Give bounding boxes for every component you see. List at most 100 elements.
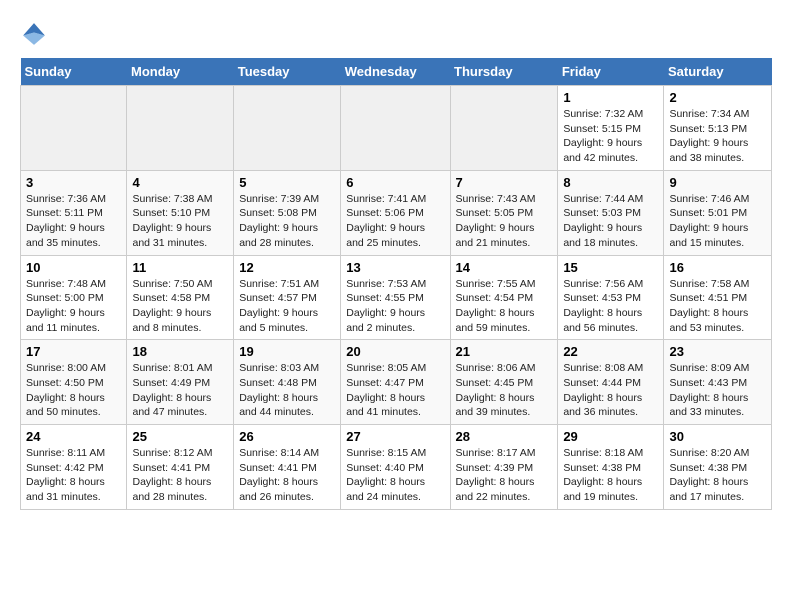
day-number: 23 bbox=[669, 344, 766, 359]
calendar-cell: 17Sunrise: 8:00 AM Sunset: 4:50 PM Dayli… bbox=[21, 340, 127, 425]
calendar-cell: 18 Sunrise: 8:01 AM Sunset: 4:49 PM Dayli… bbox=[127, 340, 234, 425]
day-info: Sunrise: 7:46 AM Sunset: 5:01 PM Dayligh… bbox=[669, 192, 766, 251]
day-number: 16 bbox=[669, 260, 766, 275]
calendar-week: 1Sunrise: 7:32 AM Sunset: 5:15 PM Daylig… bbox=[21, 86, 772, 171]
day-info: Sunrise: 8:06 AM Sunset: 4:45 PM Dayligh… bbox=[456, 361, 553, 420]
day-info: Sunrise: 7:50 AM Sunset: 4:58 PM Dayligh… bbox=[132, 277, 228, 336]
day-info: Sunrise: 7:58 AM Sunset: 4:51 PM Dayligh… bbox=[669, 277, 766, 336]
day-info: Sunrise: 7:34 AM Sunset: 5:13 PM Dayligh… bbox=[669, 107, 766, 166]
calendar-cell: 6 Sunrise: 7:41 AM Sunset: 5:06 PM Daylig… bbox=[341, 170, 450, 255]
day-number: 19 bbox=[239, 344, 335, 359]
day-info: Sunrise: 8:12 AM Sunset: 4:41 PM Dayligh… bbox=[132, 446, 228, 505]
day-info: Sunrise: 7:48 AM Sunset: 5:00 PM Dayligh… bbox=[26, 277, 121, 336]
day-info: Sunrise: 7:51 AM Sunset: 4:57 PM Dayligh… bbox=[239, 277, 335, 336]
day-number: 8 bbox=[563, 175, 658, 190]
weekday-header: Friday bbox=[558, 58, 664, 86]
day-info: Sunrise: 8:15 AM Sunset: 4:40 PM Dayligh… bbox=[346, 446, 444, 505]
calendar-cell: 2 Sunrise: 7:34 AM Sunset: 5:13 PM Daylig… bbox=[664, 86, 772, 171]
day-number: 14 bbox=[456, 260, 553, 275]
day-info: Sunrise: 7:41 AM Sunset: 5:06 PM Dayligh… bbox=[346, 192, 444, 251]
day-info: Sunrise: 7:44 AM Sunset: 5:03 PM Dayligh… bbox=[563, 192, 658, 251]
logo bbox=[20, 20, 52, 48]
calendar-cell: 11 Sunrise: 7:50 AM Sunset: 4:58 PM Dayli… bbox=[127, 255, 234, 340]
day-info: Sunrise: 8:01 AM Sunset: 4:49 PM Dayligh… bbox=[132, 361, 228, 420]
day-number: 24 bbox=[26, 429, 121, 444]
day-number: 5 bbox=[239, 175, 335, 190]
calendar-cell: 19Sunrise: 8:03 AM Sunset: 4:48 PM Dayli… bbox=[234, 340, 341, 425]
day-number: 27 bbox=[346, 429, 444, 444]
calendar-cell: 9 Sunrise: 7:46 AM Sunset: 5:01 PM Daylig… bbox=[664, 170, 772, 255]
day-number: 17 bbox=[26, 344, 121, 359]
calendar-cell: 22 Sunrise: 8:08 AM Sunset: 4:44 PM Dayli… bbox=[558, 340, 664, 425]
day-number: 9 bbox=[669, 175, 766, 190]
day-number: 20 bbox=[346, 344, 444, 359]
day-number: 4 bbox=[132, 175, 228, 190]
day-info: Sunrise: 7:36 AM Sunset: 5:11 PM Dayligh… bbox=[26, 192, 121, 251]
calendar-cell bbox=[127, 86, 234, 171]
calendar-cell: 4 Sunrise: 7:38 AM Sunset: 5:10 PM Daylig… bbox=[127, 170, 234, 255]
calendar-week: 3Sunrise: 7:36 AM Sunset: 5:11 PM Daylig… bbox=[21, 170, 772, 255]
day-number: 29 bbox=[563, 429, 658, 444]
weekday-header: Sunday bbox=[21, 58, 127, 86]
day-number: 1 bbox=[563, 90, 658, 105]
day-info: Sunrise: 7:55 AM Sunset: 4:54 PM Dayligh… bbox=[456, 277, 553, 336]
weekday-header: Tuesday bbox=[234, 58, 341, 86]
day-number: 6 bbox=[346, 175, 444, 190]
day-number: 2 bbox=[669, 90, 766, 105]
calendar-cell: 16 Sunrise: 7:58 AM Sunset: 4:51 PM Dayli… bbox=[664, 255, 772, 340]
calendar-cell: 13 Sunrise: 7:53 AM Sunset: 4:55 PM Dayli… bbox=[341, 255, 450, 340]
day-number: 30 bbox=[669, 429, 766, 444]
calendar-cell: 8 Sunrise: 7:44 AM Sunset: 5:03 PM Daylig… bbox=[558, 170, 664, 255]
calendar-cell: 7 Sunrise: 7:43 AM Sunset: 5:05 PM Daylig… bbox=[450, 170, 558, 255]
calendar-cell: 29 Sunrise: 8:18 AM Sunset: 4:38 PM Dayli… bbox=[558, 425, 664, 510]
calendar-cell: 21Sunrise: 8:06 AM Sunset: 4:45 PM Dayli… bbox=[450, 340, 558, 425]
calendar-cell: 24 Sunrise: 8:11 AM Sunset: 4:42 PM Dayli… bbox=[21, 425, 127, 510]
day-info: Sunrise: 8:17 AM Sunset: 4:39 PM Dayligh… bbox=[456, 446, 553, 505]
day-info: Sunrise: 7:38 AM Sunset: 5:10 PM Dayligh… bbox=[132, 192, 228, 251]
day-number: 25 bbox=[132, 429, 228, 444]
calendar-cell: 14 Sunrise: 7:55 AM Sunset: 4:54 PM Dayli… bbox=[450, 255, 558, 340]
day-number: 18 bbox=[132, 344, 228, 359]
calendar-cell: 1Sunrise: 7:32 AM Sunset: 5:15 PM Daylig… bbox=[558, 86, 664, 171]
day-info: Sunrise: 8:11 AM Sunset: 4:42 PM Dayligh… bbox=[26, 446, 121, 505]
day-info: Sunrise: 7:56 AM Sunset: 4:53 PM Dayligh… bbox=[563, 277, 658, 336]
day-info: Sunrise: 7:53 AM Sunset: 4:55 PM Dayligh… bbox=[346, 277, 444, 336]
calendar-cell: 27 Sunrise: 8:15 AM Sunset: 4:40 PM Dayli… bbox=[341, 425, 450, 510]
weekday-header: Monday bbox=[127, 58, 234, 86]
day-number: 13 bbox=[346, 260, 444, 275]
calendar-cell: 26 Sunrise: 8:14 AM Sunset: 4:41 PM Dayli… bbox=[234, 425, 341, 510]
calendar-cell: 5 Sunrise: 7:39 AM Sunset: 5:08 PM Daylig… bbox=[234, 170, 341, 255]
day-number: 11 bbox=[132, 260, 228, 275]
calendar-cell bbox=[341, 86, 450, 171]
calendar-cell: 15 Sunrise: 7:56 AM Sunset: 4:53 PM Dayli… bbox=[558, 255, 664, 340]
weekday-header: Thursday bbox=[450, 58, 558, 86]
page-header bbox=[20, 20, 772, 48]
calendar-cell: 28 Sunrise: 8:17 AM Sunset: 4:39 PM Dayli… bbox=[450, 425, 558, 510]
calendar-week: 10Sunrise: 7:48 AM Sunset: 5:00 PM Dayli… bbox=[21, 255, 772, 340]
calendar-cell: 30 Sunrise: 8:20 AM Sunset: 4:38 PM Dayli… bbox=[664, 425, 772, 510]
day-info: Sunrise: 8:08 AM Sunset: 4:44 PM Dayligh… bbox=[563, 361, 658, 420]
weekday-header: Saturday bbox=[664, 58, 772, 86]
day-info: Sunrise: 7:43 AM Sunset: 5:05 PM Dayligh… bbox=[456, 192, 553, 251]
day-info: Sunrise: 8:09 AM Sunset: 4:43 PM Dayligh… bbox=[669, 361, 766, 420]
day-number: 22 bbox=[563, 344, 658, 359]
calendar-cell: 23 Sunrise: 8:09 AM Sunset: 4:43 PM Dayli… bbox=[664, 340, 772, 425]
day-number: 15 bbox=[563, 260, 658, 275]
day-info: Sunrise: 8:20 AM Sunset: 4:38 PM Dayligh… bbox=[669, 446, 766, 505]
day-info: Sunrise: 8:18 AM Sunset: 4:38 PM Dayligh… bbox=[563, 446, 658, 505]
weekday-header: Wednesday bbox=[341, 58, 450, 86]
day-info: Sunrise: 8:14 AM Sunset: 4:41 PM Dayligh… bbox=[239, 446, 335, 505]
day-info: Sunrise: 7:39 AM Sunset: 5:08 PM Dayligh… bbox=[239, 192, 335, 251]
calendar-cell bbox=[21, 86, 127, 171]
calendar-week: 24 Sunrise: 8:11 AM Sunset: 4:42 PM Dayli… bbox=[21, 425, 772, 510]
day-number: 28 bbox=[456, 429, 553, 444]
day-number: 26 bbox=[239, 429, 335, 444]
day-number: 7 bbox=[456, 175, 553, 190]
calendar-cell: 3Sunrise: 7:36 AM Sunset: 5:11 PM Daylig… bbox=[21, 170, 127, 255]
calendar-header: SundayMondayTuesdayWednesdayThursdayFrid… bbox=[21, 58, 772, 86]
calendar-cell: 12 Sunrise: 7:51 AM Sunset: 4:57 PM Dayli… bbox=[234, 255, 341, 340]
calendar-cell: 10Sunrise: 7:48 AM Sunset: 5:00 PM Dayli… bbox=[21, 255, 127, 340]
logo-icon bbox=[20, 20, 48, 48]
day-info: Sunrise: 8:05 AM Sunset: 4:47 PM Dayligh… bbox=[346, 361, 444, 420]
day-number: 12 bbox=[239, 260, 335, 275]
